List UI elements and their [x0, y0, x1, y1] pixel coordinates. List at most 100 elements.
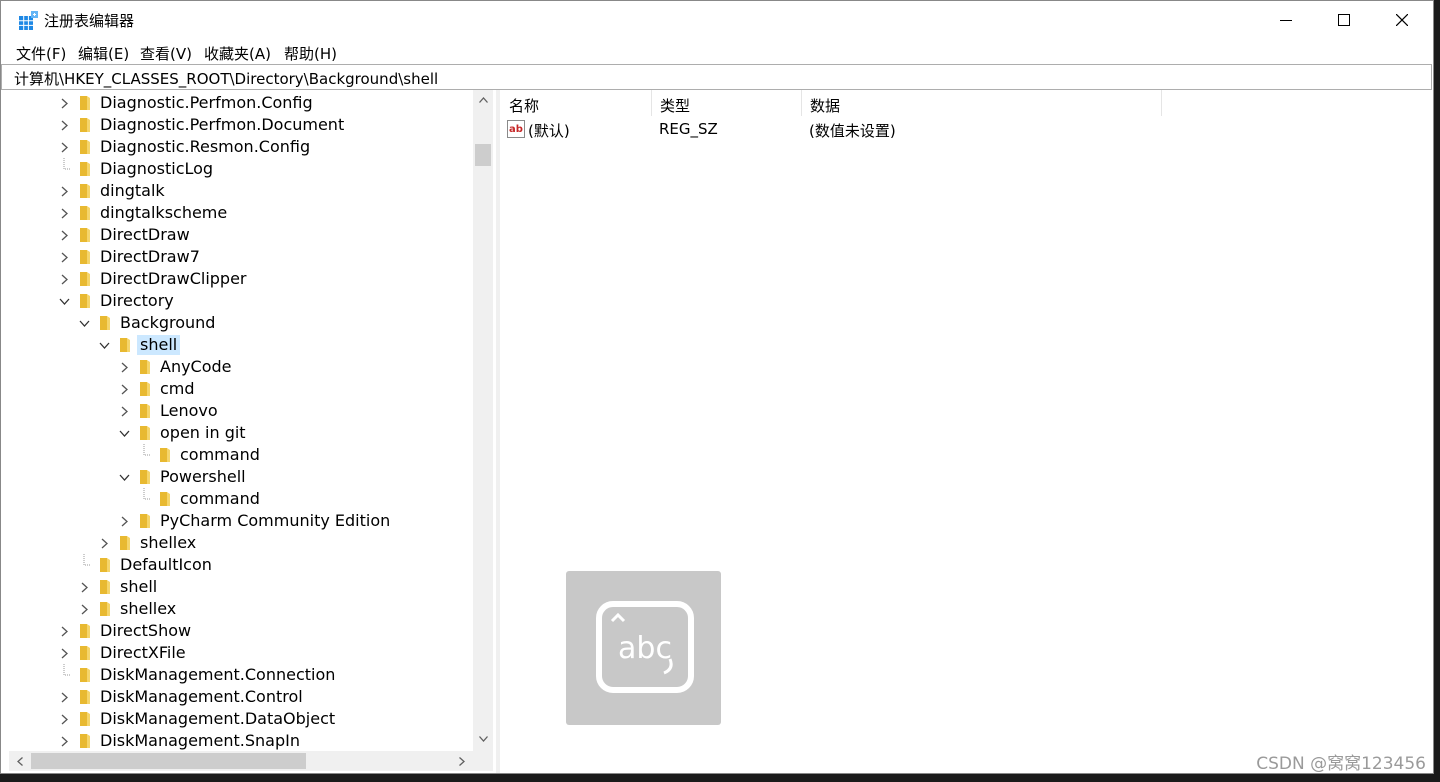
- chevron-right-icon[interactable]: [98, 532, 110, 554]
- chevron-right-icon[interactable]: [118, 510, 130, 532]
- horizontal-scroll-thumb[interactable]: [31, 753, 306, 769]
- column-divider[interactable]: [1161, 90, 1162, 116]
- tree-node-label[interactable]: command: [177, 489, 263, 509]
- tree-node-label[interactable]: DirectDrawClipper: [97, 269, 250, 289]
- column-header-data[interactable]: 数据: [801, 90, 1161, 116]
- menu-favorites[interactable]: 收藏夹(A): [204, 43, 271, 64]
- tree-node-label[interactable]: Powershell: [157, 467, 249, 487]
- folder-icon: [78, 139, 92, 155]
- overlay-text: abc: [618, 631, 672, 666]
- chevron-right-icon[interactable]: [58, 730, 70, 752]
- tree-vertical-scrollbar[interactable]: [473, 90, 493, 751]
- tree-node-label[interactable]: DiskManagement.DataObject: [97, 709, 338, 729]
- chevron-right-icon[interactable]: [58, 92, 70, 114]
- close-button[interactable]: [1373, 1, 1431, 39]
- address-bar[interactable]: 计算机\HKEY_CLASSES_ROOT\Directory\Backgrou…: [1, 64, 1432, 90]
- csdn-watermark: CSDN @窝窝123456: [1256, 754, 1426, 774]
- folder-icon: [98, 315, 112, 331]
- column-name-label: 名称: [509, 97, 540, 115]
- chevron-right-icon[interactable]: [58, 642, 70, 664]
- chevron-right-icon[interactable]: [58, 708, 70, 730]
- tree-node-label[interactable]: DiskManagement.Control: [97, 687, 306, 707]
- scroll-right-icon[interactable]: [454, 753, 470, 769]
- column-header-type[interactable]: 类型: [651, 90, 801, 116]
- folder-icon: [78, 95, 92, 111]
- tree-node-label[interactable]: dingtalkscheme: [97, 203, 230, 223]
- tree-node-label[interactable]: Diagnostic.Resmon.Config: [97, 137, 313, 157]
- window-title: 注册表编辑器: [44, 12, 135, 30]
- tree-node-label[interactable]: cmd: [157, 379, 198, 399]
- chevron-down-icon[interactable]: [78, 312, 90, 334]
- tree-node-label[interactable]: dingtalk: [97, 181, 168, 201]
- minimize-icon: [1280, 20, 1292, 21]
- tree-node-label[interactable]: shell: [117, 577, 160, 597]
- folder-icon: [78, 733, 92, 749]
- tree-node-label[interactable]: DiskManagement.SnapIn: [97, 731, 303, 751]
- chevron-right-icon[interactable]: [78, 598, 90, 620]
- tree-node-label[interactable]: DirectXFile: [97, 643, 189, 663]
- scroll-up-icon[interactable]: [475, 92, 491, 108]
- tree-node-label[interactable]: Lenovo: [157, 401, 221, 421]
- folder-icon: [78, 293, 92, 309]
- chevron-right-icon[interactable]: [58, 686, 70, 708]
- tree-node-label[interactable]: open in git: [157, 423, 249, 443]
- chevron-down-icon[interactable]: [118, 422, 130, 444]
- folder-icon: [78, 227, 92, 243]
- tree-node-label[interactable]: Diagnostic.Perfmon.Document: [97, 115, 347, 135]
- value-name[interactable]: (默认): [528, 120, 570, 141]
- menu-view[interactable]: 查看(V): [140, 43, 192, 64]
- chevron-right-icon[interactable]: [58, 202, 70, 224]
- chevron-right-icon[interactable]: [58, 136, 70, 158]
- menu-file[interactable]: 文件(F): [16, 43, 66, 64]
- tree-node-label[interactable]: DirectShow: [97, 621, 194, 641]
- minimize-button[interactable]: [1257, 1, 1315, 39]
- tree-node-label[interactable]: AnyCode: [157, 357, 235, 377]
- chevron-right-icon[interactable]: [118, 356, 130, 378]
- chevron-down-icon[interactable]: [98, 334, 110, 356]
- chevron-down-icon[interactable]: [118, 466, 130, 488]
- tree-node-label[interactable]: Directory: [97, 291, 177, 311]
- tree-node-label[interactable]: shellex: [137, 533, 199, 553]
- chevron-right-icon[interactable]: [118, 400, 130, 422]
- chevron-right-icon[interactable]: [58, 268, 70, 290]
- close-icon: [1396, 14, 1408, 26]
- tree-node-label[interactable]: DefaultIcon: [117, 555, 215, 575]
- chevron-right-icon[interactable]: [58, 246, 70, 268]
- tree-node-label[interactable]: Diagnostic.Perfmon.Config: [97, 93, 316, 113]
- menu-help[interactable]: 帮助(H): [284, 43, 337, 64]
- chevron-right-icon[interactable]: [58, 224, 70, 246]
- scroll-down-icon[interactable]: [475, 731, 491, 747]
- maximize-button[interactable]: [1315, 1, 1373, 39]
- chevron-right-icon[interactable]: [58, 180, 70, 202]
- tree-node-label[interactable]: shellex: [117, 599, 179, 619]
- title-bar[interactable]: 注册表编辑器: [1, 1, 1433, 39]
- folder-icon: [138, 513, 152, 529]
- chevron-right-icon[interactable]: [78, 576, 90, 598]
- folder-icon: [118, 535, 132, 551]
- key-tree-pane[interactable]: Diagnostic.Perfmon.Config Diagnostic.Perf…: [9, 90, 497, 773]
- folder-icon: [158, 447, 172, 463]
- folder-icon: [138, 425, 152, 441]
- tree-node-label[interactable]: DirectDraw: [97, 225, 193, 245]
- chevron-right-icon[interactable]: [58, 114, 70, 136]
- tree-node-label[interactable]: PyCharm Community Edition: [157, 511, 393, 531]
- value-type: REG_SZ: [659, 120, 718, 138]
- tree-node-label[interactable]: DirectDraw7: [97, 247, 203, 267]
- column-header-name[interactable]: 名称: [500, 90, 651, 116]
- chevron-right-icon[interactable]: [58, 620, 70, 642]
- tree-guide: [78, 554, 90, 576]
- address-path[interactable]: 计算机\HKEY_CLASSES_ROOT\Directory\Backgrou…: [14, 68, 438, 89]
- chevron-down-icon[interactable]: [58, 290, 70, 312]
- vertical-scroll-thumb[interactable]: [475, 144, 491, 166]
- folder-icon: [78, 161, 92, 177]
- tree-node-label[interactable]: DiagnosticLog: [97, 159, 216, 179]
- folder-icon: [78, 117, 92, 133]
- tree-node-label[interactable]: shell: [137, 335, 181, 355]
- tree-node-label[interactable]: DiskManagement.Connection: [97, 665, 338, 685]
- menu-edit[interactable]: 编辑(E): [78, 43, 129, 64]
- chevron-right-icon[interactable]: [118, 378, 130, 400]
- tree-node-label[interactable]: command: [177, 445, 263, 465]
- tree-node-label[interactable]: Background: [117, 313, 218, 333]
- scroll-left-icon[interactable]: [12, 753, 28, 769]
- tree-horizontal-scrollbar[interactable]: [9, 751, 493, 771]
